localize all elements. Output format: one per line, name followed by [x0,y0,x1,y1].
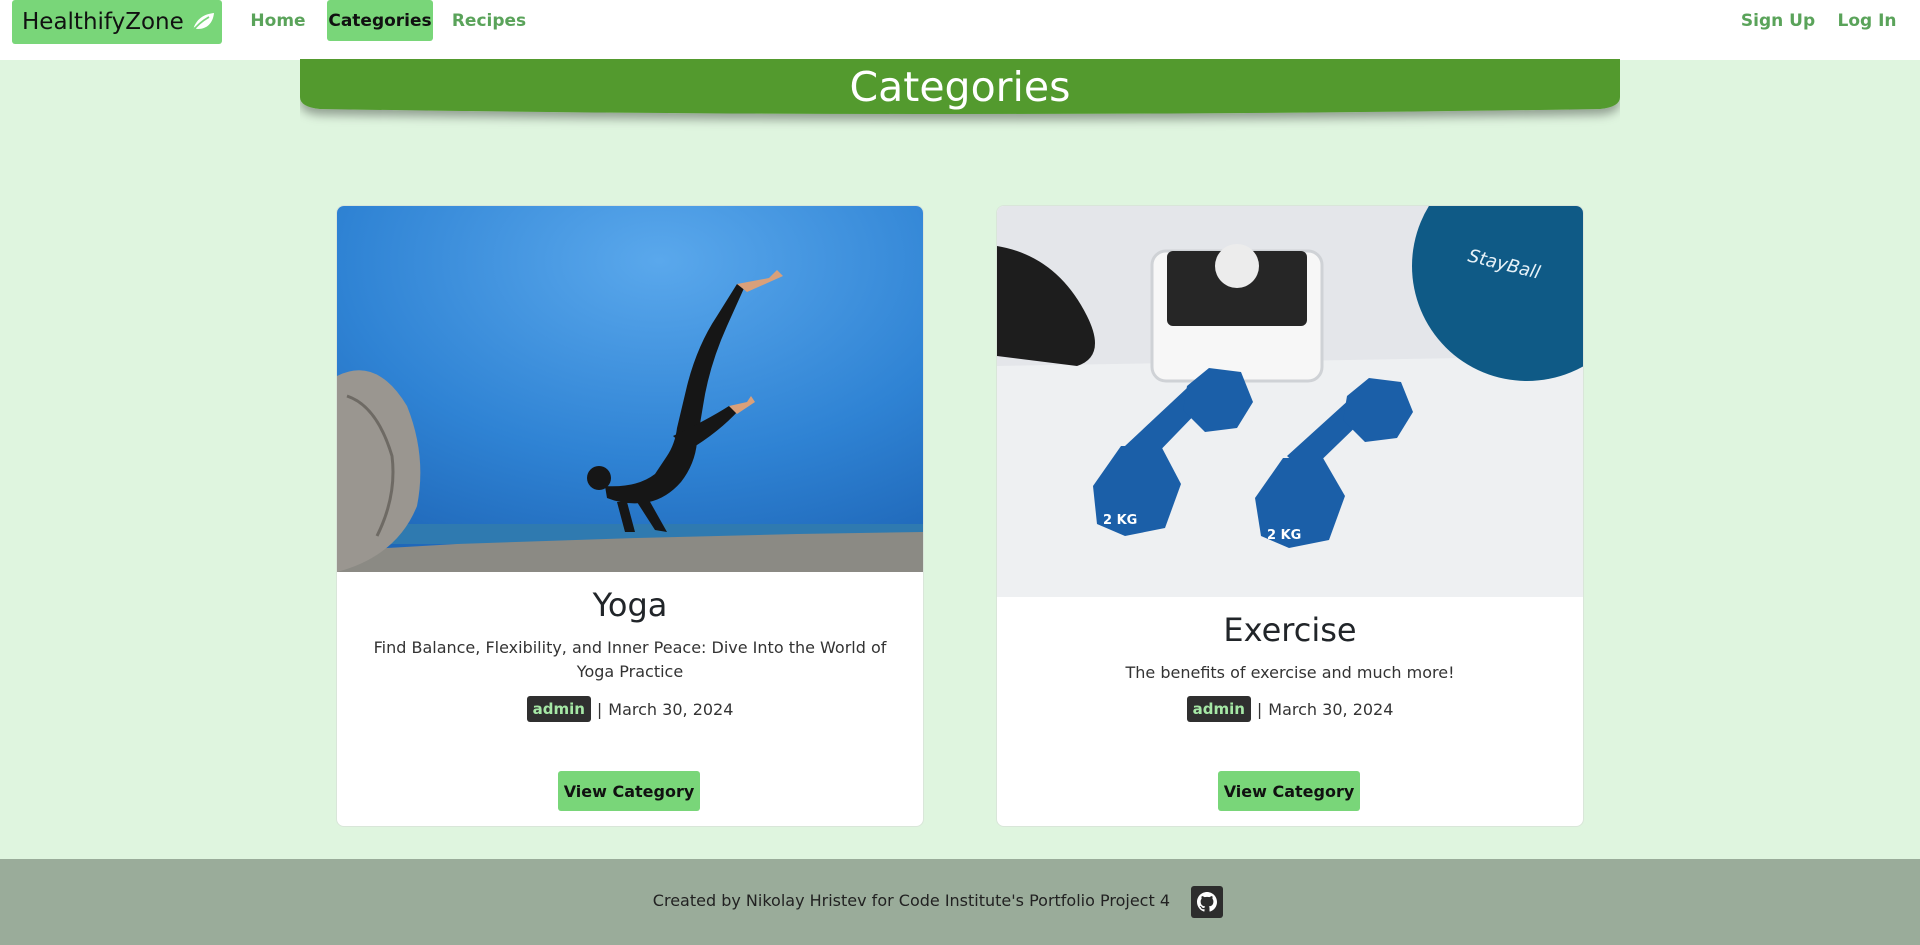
card-meta: admin | March 30, 2024 [337,696,923,722]
dumbbell-weight-text: 2 KG [1103,513,1137,528]
card-description: The benefits of exercise and much more! [1125,663,1455,682]
navbar: HealthifyZone Home Categories Recipes Si… [0,0,1920,60]
github-icon[interactable] [1191,886,1223,918]
leaf-icon [190,11,216,33]
card-title: Yoga [592,586,668,624]
meta-separator: | [596,699,603,719]
nav-signup-link[interactable]: Sign Up [1740,0,1816,41]
card-title: Exercise [1223,611,1357,649]
author-badge: admin [526,696,591,722]
meta-separator: | [1256,699,1263,719]
footer-credit-text: Created by Nikolay Hristev for Code Inst… [652,891,1170,910]
category-card-yoga: Yoga Find Balance, Flexibility, and Inne… [336,205,924,827]
page-title: Categories [849,63,1071,111]
nav-login-link[interactable]: Log In [1834,0,1900,41]
view-category-button[interactable]: View Category [1218,771,1360,811]
nav-recipes-link[interactable]: Recipes [449,0,529,41]
nav-categories-link[interactable]: Categories [327,0,433,41]
brand-logo[interactable]: HealthifyZone [12,0,222,44]
page-header-banner: Categories [300,59,1620,129]
brand-name: HealthifyZone [22,9,184,35]
yoga-image [337,206,923,572]
card-description: Find Balance, Flexibility, and Inner Pea… [373,638,887,681]
author-badge: admin [1186,696,1251,722]
footer: Created by Nikolay Hristev for Code Inst… [0,859,1920,945]
dumbbell-weight-text: 2 KG [1267,528,1301,543]
nav-home-link[interactable]: Home [246,0,310,41]
category-card-exercise: StayBall 2 KG 2 KG Exercise The benefits… [996,205,1584,827]
card-meta: admin | March 30, 2024 [997,696,1583,722]
exercise-image: StayBall 2 KG 2 KG [997,206,1583,597]
card-date: March 30, 2024 [608,699,734,719]
view-category-button[interactable]: View Category [558,771,700,811]
card-date: March 30, 2024 [1268,699,1394,719]
